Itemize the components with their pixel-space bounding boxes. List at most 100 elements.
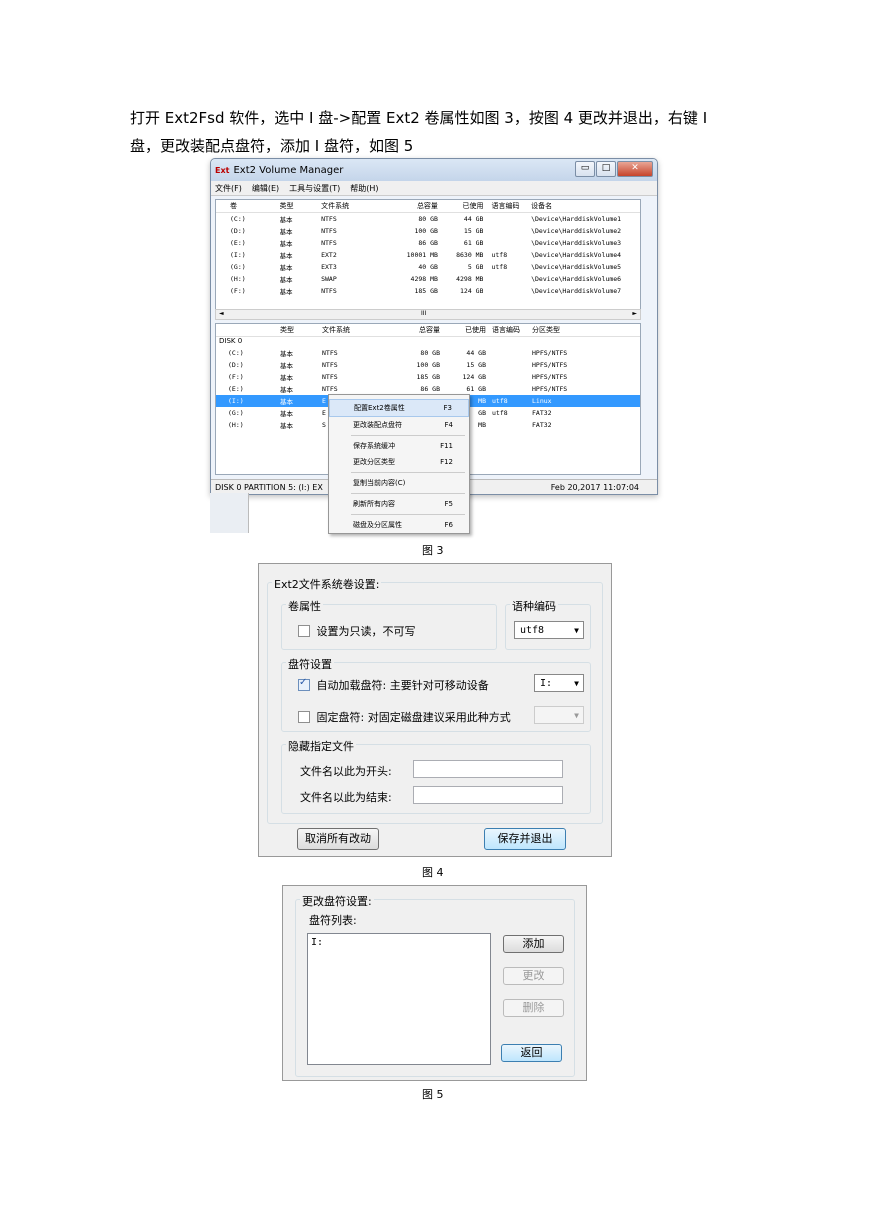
horizontal-scrollbar[interactable]: ◄ III ► bbox=[215, 309, 641, 320]
menu-help[interactable]: 帮助(H) bbox=[350, 183, 378, 194]
col-type[interactable]: 类型 bbox=[280, 201, 322, 211]
col-codepage[interactable]: 语言编码 bbox=[483, 201, 531, 211]
ctx-copy[interactable]: 复制当前内容(C) bbox=[329, 475, 469, 491]
cancel-all-changes-button[interactable]: 取消所有改动 bbox=[297, 828, 379, 850]
cell-type: 基本 bbox=[280, 350, 293, 358]
close-button[interactable]: ✕ bbox=[617, 161, 653, 177]
menu-file[interactable]: 文件(F) bbox=[215, 183, 242, 194]
scroll-right-icon[interactable]: ► bbox=[632, 310, 637, 317]
fixed-mount-option[interactable]: 固定盘符: 对固定磁盘建议采用此种方式 bbox=[298, 709, 511, 725]
ctx-flush-cache[interactable]: 保存系统缓冲 F11 bbox=[329, 438, 469, 454]
pcol-type[interactable]: 类型 bbox=[280, 325, 322, 335]
ctx-change-partition-type[interactable]: 更改分区类型 F12 bbox=[329, 454, 469, 470]
pcol-filesystem[interactable]: 文件系统 bbox=[322, 325, 384, 335]
figure-4-ext2-volume-settings: Ext2文件系统卷设置: 卷属性 设置为只读，不可写 语种编码 utf8 ▼ 盘… bbox=[258, 563, 612, 857]
col-volume[interactable]: 卷 bbox=[216, 201, 280, 211]
cell-type: 基本 bbox=[280, 386, 293, 394]
minimize-button[interactable]: ▭ bbox=[575, 161, 595, 177]
cell-capacity: 10001 MB bbox=[406, 251, 438, 259]
cell-filesystem: EXT3 bbox=[321, 263, 337, 271]
codepage-select[interactable]: utf8 ▼ bbox=[514, 621, 584, 639]
ctx-shortcut: F3 bbox=[443, 404, 452, 412]
col-device[interactable]: 设备名 bbox=[531, 201, 640, 211]
auto-mount-drive-select[interactable]: I: ▼ bbox=[534, 674, 584, 692]
ctx-label: 刷新所有内容 bbox=[353, 500, 395, 508]
menu-edit[interactable]: 编辑(E) bbox=[252, 183, 279, 194]
delete-button[interactable]: 删除 bbox=[503, 999, 564, 1017]
partition-row[interactable]: (F:) 基本 NTFS 185 GB 124 GB HPFS/NTFS bbox=[216, 371, 640, 383]
col-capacity[interactable]: 总容量 bbox=[382, 201, 438, 211]
cell-device: \Device\HarddiskVolume1 bbox=[531, 215, 622, 223]
pcol-used[interactable]: 已使用 bbox=[440, 325, 486, 335]
cell-used: 15 GB bbox=[466, 361, 486, 369]
volume-row[interactable]: (H:) 基本 SWAP 4298 MB 4298 MB \Device\Harddisk… bbox=[216, 273, 640, 285]
suffix-input[interactable] bbox=[413, 786, 563, 804]
volume-row[interactable]: (C:) 基本 NTFS 80 GB 44 GB \Device\HarddiskVolu… bbox=[216, 213, 640, 225]
pcol-partition-type[interactable]: 分区类型 bbox=[532, 325, 622, 335]
volume-row[interactable]: (D:) 基本 NTFS 100 GB 15 GB \Device\HarddiskVol… bbox=[216, 225, 640, 237]
col-used[interactable]: 已使用 bbox=[438, 201, 483, 211]
cell-filesystem: NTFS bbox=[321, 227, 337, 235]
back-button[interactable]: 返回 bbox=[501, 1044, 562, 1062]
cell-type: 基本 bbox=[280, 398, 293, 406]
fixed-mount-drive-select[interactable]: ▼ bbox=[534, 706, 584, 724]
menu-tools[interactable]: 工具与设置(T) bbox=[289, 183, 340, 194]
col-filesystem[interactable]: 文件系统 bbox=[321, 201, 382, 211]
cell-used: 124 GB bbox=[460, 287, 484, 295]
scroll-thumb[interactable]: III bbox=[421, 310, 426, 317]
ctx-disk-properties[interactable]: 磁盘及分区属性 F6 bbox=[329, 517, 469, 533]
list-item[interactable]: I: bbox=[311, 937, 487, 948]
mount-group: 盘符设置 自动加载盘符: 主要针对可移动设备 I: ▼ 固定盘符: 对固定磁盘建… bbox=[281, 656, 591, 732]
pcol-codepage[interactable]: 语言编码 bbox=[486, 325, 532, 335]
ctx-configure-ext2-volume[interactable]: 配置Ext2卷属性 F3 bbox=[329, 399, 469, 417]
volume-list-header: 卷 类型 文件系统 总容量 已使用 语言编码 设备名 bbox=[216, 200, 640, 213]
cell-volume: (I:) bbox=[230, 251, 246, 259]
cell-capacity: 40 GB bbox=[418, 263, 438, 271]
fixed-mount-label: 固定盘符: 对固定磁盘建议采用此种方式 bbox=[316, 711, 511, 724]
app-logo-icon: Ext bbox=[215, 165, 230, 175]
partition-row[interactable]: (D:) 基本 NTFS 100 GB 15 GB HPFS/NTFS bbox=[216, 359, 640, 371]
suffix-label: 文件名以此为结束: bbox=[300, 791, 392, 804]
ctx-change-mount-point[interactable]: 更改装配点盘符 F4 bbox=[329, 417, 469, 433]
cell-filesystem: NTFS bbox=[321, 239, 337, 247]
save-and-exit-button[interactable]: 保存并退出 bbox=[484, 828, 566, 850]
cell-device: FAT32 bbox=[532, 409, 552, 417]
volume-props-title: 卷属性 bbox=[286, 598, 323, 614]
change-button[interactable]: 更改 bbox=[503, 967, 564, 985]
drive-letter-listbox[interactable]: I: bbox=[307, 933, 491, 1065]
hide-files-group: 隐藏指定文件 文件名以此为开头: 文件名以此为结束: bbox=[281, 738, 591, 814]
volume-row[interactable]: (E:) 基本 NTFS 86 GB 61 GB \Device\HarddiskVolu… bbox=[216, 237, 640, 249]
cell-codepage: utf8 bbox=[492, 397, 508, 405]
auto-mount-option[interactable]: 自动加载盘符: 主要针对可移动设备 bbox=[298, 677, 489, 693]
cell-codepage: utf8 bbox=[492, 409, 508, 417]
cell-type: 基本 bbox=[279, 240, 293, 248]
cell-used: 124 GB bbox=[462, 373, 486, 381]
scroll-left-icon[interactable]: ◄ bbox=[219, 310, 224, 317]
volume-row[interactable]: (G:) 基本 EXT3 40 GB 5 GB utf8 \Device\HarddiskV… bbox=[216, 261, 640, 273]
ctx-label: 磁盘及分区属性 bbox=[353, 521, 402, 529]
cell-filesystem: NTFS bbox=[322, 385, 338, 393]
add-button[interactable]: 添加 bbox=[503, 935, 564, 953]
cell-capacity: 4298 MB bbox=[410, 275, 438, 283]
cell-device: \Device\HarddiskVolume7 bbox=[531, 287, 622, 295]
partition-row[interactable]: (C:) 基本 NTFS 80 GB 44 GB HPFS/NTFS bbox=[216, 347, 640, 359]
cell-capacity: 100 GB bbox=[414, 227, 438, 235]
cell-device: \Device\HarddiskVolume6 bbox=[531, 275, 622, 283]
cell-device: \Device\HarddiskVolume2 bbox=[531, 227, 622, 235]
readonly-option[interactable]: 设置为只读，不可写 bbox=[298, 623, 416, 639]
volume-row[interactable]: (I:) 基本 EXT2 10001 MB 8630 MB utf8 \Device\Har… bbox=[216, 249, 640, 261]
fixed-mount-checkbox[interactable] bbox=[298, 711, 310, 723]
cell-codepage: utf8 bbox=[491, 251, 508, 259]
ctx-shortcut: F5 bbox=[444, 500, 453, 508]
auto-mount-checkbox[interactable] bbox=[298, 677, 310, 691]
pcol-capacity[interactable]: 总容量 bbox=[384, 325, 440, 335]
maximize-button[interactable]: □ bbox=[596, 161, 616, 177]
cell-type: 基本 bbox=[279, 264, 293, 272]
cell-volume: (C:) bbox=[230, 215, 246, 223]
readonly-checkbox[interactable] bbox=[298, 625, 310, 637]
cell-device: \Device\HarddiskVolume5 bbox=[531, 263, 622, 271]
prefix-input[interactable] bbox=[413, 760, 563, 778]
volume-row[interactable]: (F:) 基本 NTFS 185 GB 124 GB \Device\HarddiskVo… bbox=[216, 285, 640, 297]
ctx-refresh[interactable]: 刷新所有内容 F5 bbox=[329, 496, 469, 512]
cell-filesystem: EXT2 bbox=[321, 251, 337, 259]
